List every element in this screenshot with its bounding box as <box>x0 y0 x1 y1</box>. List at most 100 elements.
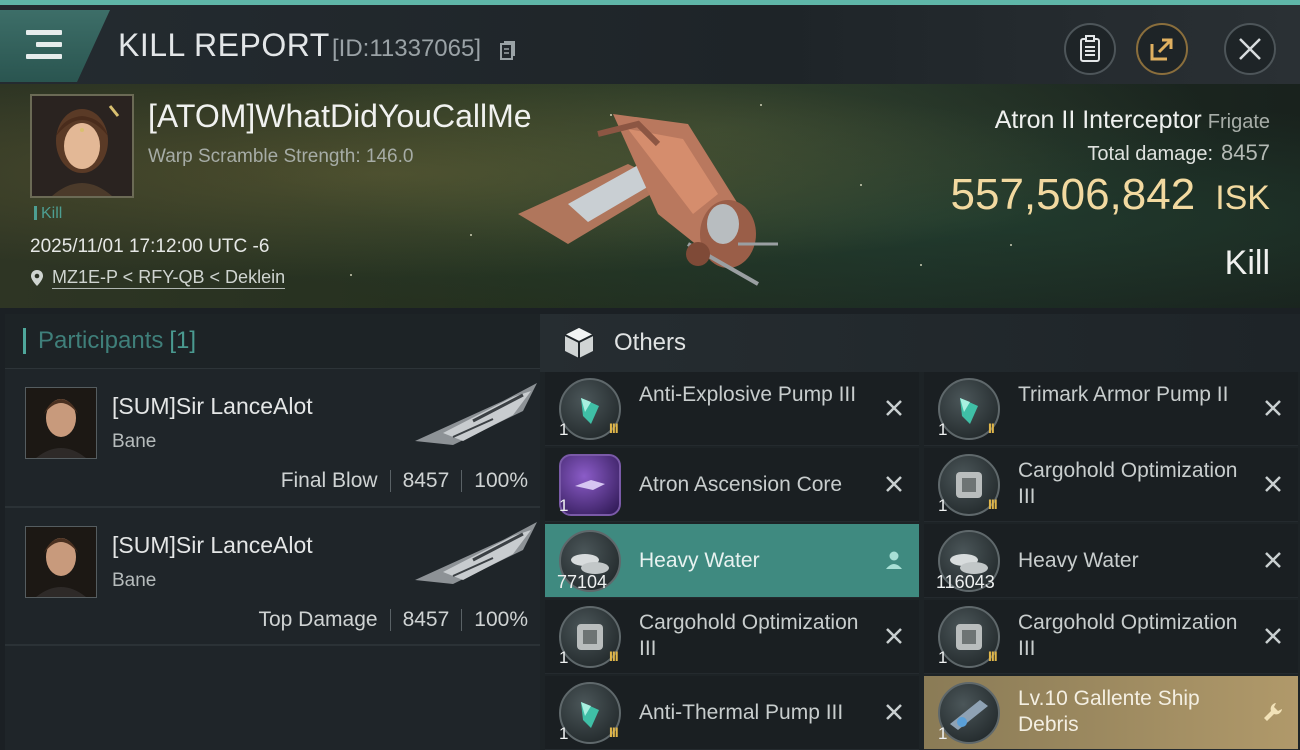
item-cell[interactable]: 1 Lv.10 Gallente Ship Debris <box>924 676 1298 750</box>
item-name: Lv.10 Gallente Ship Debris <box>1018 687 1200 736</box>
report-id: [ID:11337065] <box>332 35 482 62</box>
copy-icon[interactable] <box>500 41 516 61</box>
item-quantity: 1 <box>559 648 569 667</box>
participants-header: Participants [1] <box>5 314 540 368</box>
item-cell[interactable]: 1 Atron Ascension Core <box>545 448 919 522</box>
location-pin-icon <box>31 270 43 286</box>
participant-name[interactable]: [SUM]Sir LanceAlot <box>112 393 313 420</box>
destroyed-icon <box>1265 552 1281 568</box>
participants-empty-area <box>5 644 540 750</box>
participant-avatar[interactable] <box>25 387 97 459</box>
participant-stats: Final Blow 8457 100% <box>281 469 528 493</box>
participant-name[interactable]: [SUM]Sir LanceAlot <box>112 532 313 559</box>
item-quantity: 1 <box>938 724 948 743</box>
participant-row[interactable]: [SUM]Sir LanceAlot Bane Top Damage 8457 10… <box>5 506 540 644</box>
close-button[interactable] <box>1224 23 1276 75</box>
item-name: Atron Ascension Core <box>639 473 843 496</box>
share-icon <box>1150 38 1173 61</box>
item-name: Cargohold Optimization III <box>1018 611 1238 660</box>
report-result: Kill <box>1224 244 1270 282</box>
isk-value-row: 557,506,842 ISK <box>951 170 1271 220</box>
total-damage-value: 8457 <box>1221 140 1270 165</box>
item-meta-level: III <box>988 496 998 512</box>
kill-location[interactable]: MZ1E-P < RFY-QB < Deklein <box>30 267 286 289</box>
item-meta-level: III <box>609 724 619 740</box>
participant-damage: 8457 <box>402 608 450 631</box>
victim-ship-name[interactable]: Atron II Interceptor Frigate <box>995 106 1270 135</box>
item-quantity: 77104 <box>557 572 608 592</box>
item-quantity: 1 <box>938 648 948 667</box>
participant-ship-image <box>415 383 537 445</box>
item-meta-level: III <box>609 420 619 436</box>
destroyed-icon <box>1265 400 1281 416</box>
cube-icon <box>564 328 594 358</box>
participant-percent: 100% <box>474 469 528 492</box>
total-damage: Total damage: 8457 <box>1087 140 1270 166</box>
destroyed-icon <box>1265 476 1281 492</box>
destroyed-icon <box>1265 628 1281 644</box>
item-quantity: 1 <box>559 496 569 515</box>
menu-button[interactable] <box>0 10 110 82</box>
participant-ship: Bane <box>112 570 157 591</box>
items-title: Others <box>614 329 687 356</box>
item-quantity: 1 <box>559 420 569 439</box>
wrench-icon <box>1264 703 1282 721</box>
kill-tag: Kill <box>34 205 62 223</box>
item-quantity: 1 <box>938 496 948 515</box>
ship-name-text: Atron II Interceptor <box>994 106 1202 134</box>
kill-datetime: 2025/11/01 17:12:00 UTC -6 <box>30 236 270 257</box>
item-cell[interactable]: 1 III Cargohold Optimization III <box>545 600 919 674</box>
item-cell[interactable]: 1 III Cargohold Optimization III <box>924 448 1298 522</box>
item-name: Cargohold Optimization III <box>639 611 859 660</box>
participants-panel: Participants [1] [SUM]Sir LanceAlot Bane… <box>5 314 540 750</box>
destroyed-icon <box>886 628 902 644</box>
location-link[interactable]: MZ1E-P < RFY-QB < Deklein <box>52 267 286 289</box>
participant-ship: Bane <box>112 431 157 452</box>
participant-portrait-image <box>26 388 96 458</box>
victim-name[interactable]: [ATOM]WhatDidYouCallMe <box>148 98 532 135</box>
participants-title: Participants <box>38 327 164 354</box>
total-damage-label: Total damage: <box>1087 143 1214 165</box>
item-cell[interactable]: 1 III Anti-Explosive Pump III <box>545 372 919 446</box>
item-cell[interactable]: 1 III Cargohold Optimization III <box>924 600 1298 674</box>
item-cell[interactable]: 1 III Anti-Thermal Pump III <box>545 676 919 750</box>
menu-icon <box>26 30 62 62</box>
participant-role: Top Damage <box>258 608 378 631</box>
item-name: Cargohold Optimization III <box>1018 459 1238 508</box>
item-meta-level: III <box>988 648 998 664</box>
share-button[interactable] <box>1136 23 1188 75</box>
victim-ship-image <box>518 114 778 286</box>
item-name: Heavy Water <box>639 549 760 572</box>
ship-class: Frigate <box>1207 111 1270 133</box>
participants-count: [1] <box>169 327 197 354</box>
page-title: KILL REPORT <box>118 27 330 63</box>
item-cell[interactable]: 77104 Heavy Water <box>545 524 919 598</box>
destroyed-icon <box>886 704 902 720</box>
item-name: Trimark Armor Pump II <box>1018 383 1229 406</box>
victim-banner: [ATOM]WhatDidYouCallMe Warp Scramble Str… <box>0 84 1300 308</box>
victim-portrait-image <box>32 96 132 196</box>
participant-stats: Top Damage 8457 100% <box>258 608 528 632</box>
participant-percent: 100% <box>474 608 528 631</box>
item-cell[interactable]: 116043 Heavy Water <box>924 524 1298 598</box>
item-quantity: 116043 <box>936 572 995 592</box>
warp-scramble-strength: Warp Scramble Strength: 146.0 <box>148 146 414 167</box>
items-panel: Others 1 III Anti-Explosive Pump III 1 I… <box>540 314 1300 750</box>
victim-avatar[interactable] <box>30 94 134 198</box>
participant-damage: 8457 <box>402 469 450 492</box>
clipboard-button[interactable] <box>1064 23 1116 75</box>
participant-row[interactable]: [SUM]Sir LanceAlot Bane Final Blow 8457 10… <box>5 368 540 506</box>
participant-avatar[interactable] <box>25 526 97 598</box>
item-cell[interactable]: 1 II Trimark Armor Pump II <box>924 372 1298 446</box>
item-meta-level: II <box>988 420 995 436</box>
person-icon <box>886 551 902 569</box>
close-icon <box>1239 38 1261 60</box>
isk-value: 557,506,842 <box>950 170 1196 219</box>
clipboard-icon <box>1080 35 1100 62</box>
destroyed-icon <box>886 400 902 416</box>
participant-role: Final Blow <box>280 469 378 492</box>
items-header: Others <box>540 314 1300 372</box>
item-name: Anti-Thermal Pump III <box>639 701 844 724</box>
participant-ship-image <box>415 522 537 584</box>
destroyed-icon <box>886 476 902 492</box>
